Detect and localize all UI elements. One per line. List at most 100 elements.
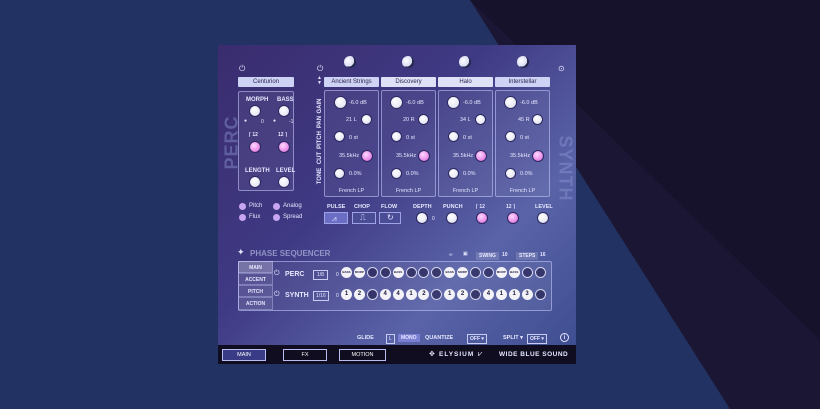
layer3-pitch-knob[interactable] <box>448 131 459 142</box>
layer4-tone-knob[interactable] <box>505 168 516 179</box>
quantize-dropdown[interactable]: OFF ▾ <box>467 334 487 344</box>
fx-level-knob[interactable] <box>537 212 549 224</box>
link-icon[interactable]: ∞ <box>449 252 453 258</box>
synth-power-icon[interactable]: ⏻ <box>317 64 323 74</box>
settings-icon[interactable]: ⊙ <box>558 64 565 73</box>
spread-toggle[interactable] <box>273 214 280 221</box>
morph-knob[interactable] <box>249 105 261 117</box>
seq-synth-step[interactable]: 2 <box>353 289 365 300</box>
seq-perc-step[interactable]: MORP <box>495 267 507 278</box>
perc-filter-right-knob[interactable] <box>278 141 290 153</box>
analog-toggle[interactable] <box>273 203 280 210</box>
seq-synth-step[interactable]: 4 <box>392 289 404 300</box>
perc-power-icon[interactable]: ⏻ <box>239 64 245 74</box>
flow-button[interactable]: ↻ <box>379 212 401 224</box>
layer2-preset-dropdown[interactable]: Discovery <box>381 77 436 87</box>
seq-synth-step[interactable]: 2 <box>418 289 430 300</box>
pitch-toggle[interactable] <box>239 203 246 210</box>
mono-button[interactable]: MONO <box>398 334 420 342</box>
split-label[interactable]: SPLIT ▾ <box>503 335 523 341</box>
tab-seq-action[interactable]: ACTION <box>238 297 273 310</box>
layer1-preset-dropdown[interactable]: Ancient Strings <box>324 77 379 87</box>
layer1-pan-knob[interactable] <box>361 114 372 125</box>
level-knob[interactable] <box>278 176 290 188</box>
seq-synth-step[interactable] <box>431 289 443 300</box>
layer3-gain-knob[interactable] <box>447 96 460 109</box>
seq-perc-step[interactable] <box>405 267 417 278</box>
seq-perc-step[interactable]: BASS <box>444 267 456 278</box>
layer4-preset-dropdown[interactable]: Interstellar <box>495 77 550 87</box>
seq-synth-step[interactable] <box>366 289 378 300</box>
seq-synth-step[interactable]: 3 <box>521 289 533 300</box>
seq-perc-step[interactable] <box>366 267 378 278</box>
layer4-filter-type[interactable]: French LP <box>495 188 550 194</box>
seq-perc-step[interactable]: BASS <box>508 267 520 278</box>
length-knob[interactable] <box>249 176 261 188</box>
seq-perc-step[interactable] <box>470 267 481 278</box>
moon-icon[interactable] <box>517 56 529 68</box>
depth-knob[interactable] <box>416 212 428 224</box>
layer4-cut-knob[interactable] <box>532 150 544 162</box>
seq-synth-step[interactable]: 4 <box>482 289 494 300</box>
layer3-preset-dropdown[interactable]: Halo <box>438 77 493 87</box>
chop-button[interactable]: ⎍ <box>352 212 376 224</box>
layer3-pan-knob[interactable] <box>475 114 486 125</box>
layer1-filter-type[interactable]: French LP <box>324 188 379 194</box>
tab-main[interactable]: MAIN <box>222 349 266 361</box>
fx-filter-right-knob[interactable] <box>507 212 519 224</box>
layer1-tone-knob[interactable] <box>334 168 345 179</box>
tab-seq-main[interactable]: MAIN <box>238 261 273 273</box>
seq-perc-step[interactable]: MORP <box>353 267 365 278</box>
seq-synth-rate[interactable]: 1/16 <box>313 291 329 301</box>
moon-icon[interactable] <box>344 56 356 68</box>
seq-synth-step[interactable] <box>470 289 481 300</box>
layer3-cut-knob[interactable] <box>475 150 487 162</box>
glide-value[interactable]: L <box>386 334 395 344</box>
seq-synth-step[interactable]: 1 <box>405 289 417 300</box>
layer1-cut-knob[interactable] <box>361 150 373 162</box>
seq-perc-step[interactable] <box>521 267 533 278</box>
tab-fx[interactable]: FX <box>283 349 327 361</box>
tab-motion[interactable]: MOTION <box>339 349 386 361</box>
moon-icon[interactable] <box>402 56 414 68</box>
seq-synth-power-icon[interactable]: ⏻ <box>274 291 280 299</box>
seq-perc-power-icon[interactable]: ⏻ <box>274 270 280 278</box>
steps-value[interactable]: 16 <box>540 252 546 258</box>
seq-perc-step[interactable] <box>482 267 494 278</box>
seq-perc-step[interactable]: BASS <box>341 267 352 278</box>
layer4-pitch-knob[interactable] <box>505 131 516 142</box>
seq-perc-step[interactable] <box>534 267 546 278</box>
seq-perc-step[interactable]: MORP <box>457 267 469 278</box>
seq-perc-step[interactable] <box>379 267 391 278</box>
seq-synth-step[interactable]: 2 <box>457 289 469 300</box>
split-dropdown[interactable]: OFF ▾ <box>527 334 547 344</box>
seq-perc-step[interactable]: BASS <box>392 267 404 278</box>
seq-perc-step[interactable] <box>431 267 443 278</box>
pulse-button[interactable]: ⩘ <box>324 212 348 224</box>
layer3-tone-knob[interactable] <box>448 168 459 179</box>
bass-knob[interactable] <box>278 105 290 117</box>
seq-synth-step[interactable]: 1 <box>341 289 352 300</box>
layer1-gain-knob[interactable] <box>334 96 347 109</box>
layer2-filter-type[interactable]: French LP <box>381 188 436 194</box>
seq-synth-step[interactable]: 1 <box>444 289 456 300</box>
seq-synth-step[interactable]: 1 <box>508 289 520 300</box>
seq-perc-step[interactable] <box>418 267 430 278</box>
tab-seq-pitch[interactable]: PITCH <box>238 285 273 297</box>
punch-knob[interactable] <box>446 212 458 224</box>
layer4-pan-knob[interactable] <box>532 114 543 125</box>
layer2-tone-knob[interactable] <box>391 168 402 179</box>
info-icon[interactable]: i <box>560 333 569 342</box>
seq-perc-rate[interactable]: 1/8 <box>313 270 328 280</box>
swing-value[interactable]: 10 <box>502 252 508 258</box>
layer4-gain-knob[interactable] <box>504 96 517 109</box>
layer2-cut-knob[interactable] <box>418 150 430 162</box>
layer1-pitch-knob[interactable] <box>334 131 345 142</box>
layer3-filter-type[interactable]: French LP <box>438 188 493 194</box>
flux-toggle[interactable] <box>239 214 246 221</box>
layer2-pitch-knob[interactable] <box>391 131 402 142</box>
fx-filter-left-knob[interactable] <box>476 212 488 224</box>
perc-preset-dropdown[interactable]: Centurion <box>238 77 294 87</box>
seq-synth-step[interactable]: 4 <box>379 289 391 300</box>
perc-filter-left-knob[interactable] <box>249 141 261 153</box>
